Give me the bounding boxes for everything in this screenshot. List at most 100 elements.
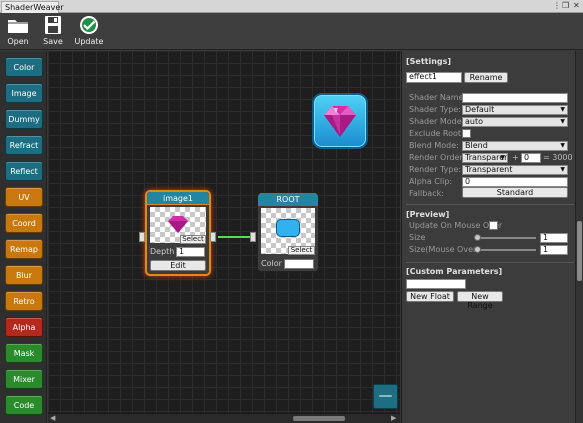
render-order-offset-input[interactable]: 0 — [521, 153, 541, 163]
blend-mode-label: Blend Mode: — [409, 141, 459, 150]
scroll-right-icon[interactable]: ▶ — [391, 414, 396, 422]
connection-layer — [218, 236, 253, 238]
blue-square-thumbnail — [276, 219, 300, 237]
size-hover-label: Size(Mouse Over) — [409, 245, 480, 254]
open-button[interactable]: Open — [3, 15, 33, 48]
size-input[interactable]: 1 — [540, 233, 568, 243]
more-options-icon[interactable]: ⋮ — [553, 1, 561, 11]
maximize-icon[interactable]: ❐ — [562, 1, 569, 11]
shader-model-dropdown[interactable]: auto ▼ — [462, 117, 568, 127]
new-range-button[interactable]: New Range — [457, 291, 503, 310]
color-swatch[interactable] — [284, 259, 314, 269]
new-float-button[interactable]: New Float — [406, 291, 454, 302]
save-label: Save — [43, 37, 63, 46]
root-node-input-port[interactable] — [250, 232, 256, 242]
image-node[interactable]: image1 Select Depth 1 Edit — [145, 190, 211, 276]
section-divider — [406, 262, 574, 263]
node-button-code[interactable]: Code — [5, 395, 43, 415]
inspector-panel: [Settings] effect1 Rename Shader Name: S… — [401, 51, 583, 423]
shader-type-label: Shader Type: — [409, 105, 461, 114]
image-select-button[interactable]: Select — [180, 235, 206, 244]
node-palette: Color Image Dummy Refract Reflect UV Coord Rema… — [0, 51, 47, 423]
size-slider-track[interactable] — [476, 237, 536, 239]
chevron-down-icon: ▼ — [500, 154, 505, 161]
node-button-image[interactable]: Image — [5, 83, 43, 103]
render-order-result: = 3000 — [543, 153, 573, 162]
node-button-reflect[interactable]: Reflect — [5, 161, 43, 181]
checkmark-circle-icon — [80, 16, 98, 34]
fallback-button[interactable]: Standard — [462, 187, 568, 198]
size-label: Size — [409, 233, 426, 242]
horizontal-scroll-thumb[interactable] — [293, 416, 345, 421]
alpha-clip-label: Alpha Clip: — [409, 177, 453, 186]
canvas-add-button[interactable]: — — [373, 384, 398, 409]
depth-input[interactable]: 1 — [176, 247, 205, 257]
section-divider — [406, 204, 574, 205]
blend-mode-dropdown[interactable]: Blend ▼ — [462, 141, 568, 151]
chevron-down-icon: ▼ — [560, 118, 565, 125]
exclude-root-label: Exclude Root: — [409, 129, 464, 138]
alpha-clip-input[interactable]: 0 — [462, 177, 568, 187]
shader-type-dropdown[interactable]: Default ▼ — [462, 105, 568, 115]
window-tab[interactable]: ShaderWeaver — [1, 1, 64, 13]
depth-label: Depth — [150, 247, 175, 256]
settings-header: [Settings] — [406, 57, 452, 66]
size-hover-input[interactable]: 1 — [540, 245, 568, 255]
update-label: Update — [74, 37, 104, 46]
node-canvas[interactable]: image1 Select Depth 1 Edit ROOT Select C… — [48, 51, 400, 413]
render-type-value: Transparent — [465, 165, 513, 174]
root-node[interactable]: ROOT Select Color — [257, 192, 319, 272]
image-node-input-port[interactable] — [139, 232, 145, 242]
node-button-dummy[interactable]: Dummy — [5, 109, 43, 129]
node-button-color[interactable]: Color — [5, 57, 43, 77]
exclude-root-checkbox[interactable] — [462, 129, 471, 138]
shader-model-value: auto — [465, 117, 484, 126]
custom-params-header: [Custom Parameters] — [406, 267, 503, 276]
image-node-title[interactable]: image1 — [147, 192, 209, 205]
node-button-mask[interactable]: Mask — [5, 343, 43, 363]
scroll-left-icon[interactable]: ◀ — [50, 414, 55, 422]
node-button-coord[interactable]: Coord — [5, 213, 43, 233]
fallback-label: Fallback: — [409, 189, 444, 198]
node-button-mixer[interactable]: Mixer — [5, 369, 43, 389]
effect-name-input[interactable]: effect1 — [406, 72, 462, 83]
size-hover-slider-track[interactable] — [476, 249, 536, 251]
node-button-refract[interactable]: Refract — [5, 135, 43, 155]
edit-button[interactable]: Edit — [150, 260, 206, 271]
horizontal-scrollbar[interactable]: ◀ ▶ — [48, 413, 400, 423]
color-label: Color — [261, 259, 282, 268]
render-type-label: Render Type: — [409, 165, 462, 174]
save-button[interactable]: Save — [38, 15, 68, 48]
image-node-output-port[interactable] — [210, 232, 216, 242]
blend-mode-value: Blend — [465, 141, 488, 150]
node-button-uv[interactable]: UV — [5, 187, 43, 207]
preview-header: [Preview] — [406, 210, 450, 219]
chevron-down-icon: ▼ — [560, 166, 565, 173]
close-icon[interactable]: ✕ — [573, 1, 580, 11]
node-button-alpha[interactable]: Alpha — [5, 317, 43, 337]
folder-icon — [8, 20, 28, 33]
vertical-scrollbar[interactable] — [575, 51, 583, 423]
open-label: Open — [7, 37, 29, 46]
update-button[interactable]: Update — [74, 15, 104, 48]
chevron-down-icon: ▼ — [560, 142, 565, 149]
node-button-retro[interactable]: Retro — [5, 291, 43, 311]
size-hover-slider-knob[interactable] — [474, 246, 481, 253]
save-disk-icon — [45, 16, 61, 34]
node-button-blur[interactable]: Blur — [5, 265, 43, 285]
vertical-scroll-thumb[interactable] — [577, 221, 582, 281]
render-type-dropdown[interactable]: Transparent ▼ — [462, 165, 568, 175]
root-node-title[interactable]: ROOT — [258, 193, 318, 206]
render-order-label: Render Order: — [409, 153, 466, 162]
toolbar: Open Save Update — [0, 13, 583, 50]
render-order-dropdown[interactable]: Transparen ▼ — [462, 153, 508, 163]
update-on-hover-checkbox[interactable] — [489, 221, 498, 230]
shader-name-input[interactable] — [462, 93, 568, 103]
size-slider-knob[interactable] — [474, 234, 481, 241]
node-button-remap[interactable]: Remap — [5, 239, 43, 259]
custom-param-name-input[interactable] — [406, 279, 466, 289]
root-select-button[interactable]: Select — [288, 246, 315, 255]
chevron-down-icon: ▼ — [560, 106, 565, 113]
shader-type-value: Default — [465, 105, 495, 114]
rename-button[interactable]: Rename — [464, 72, 508, 83]
